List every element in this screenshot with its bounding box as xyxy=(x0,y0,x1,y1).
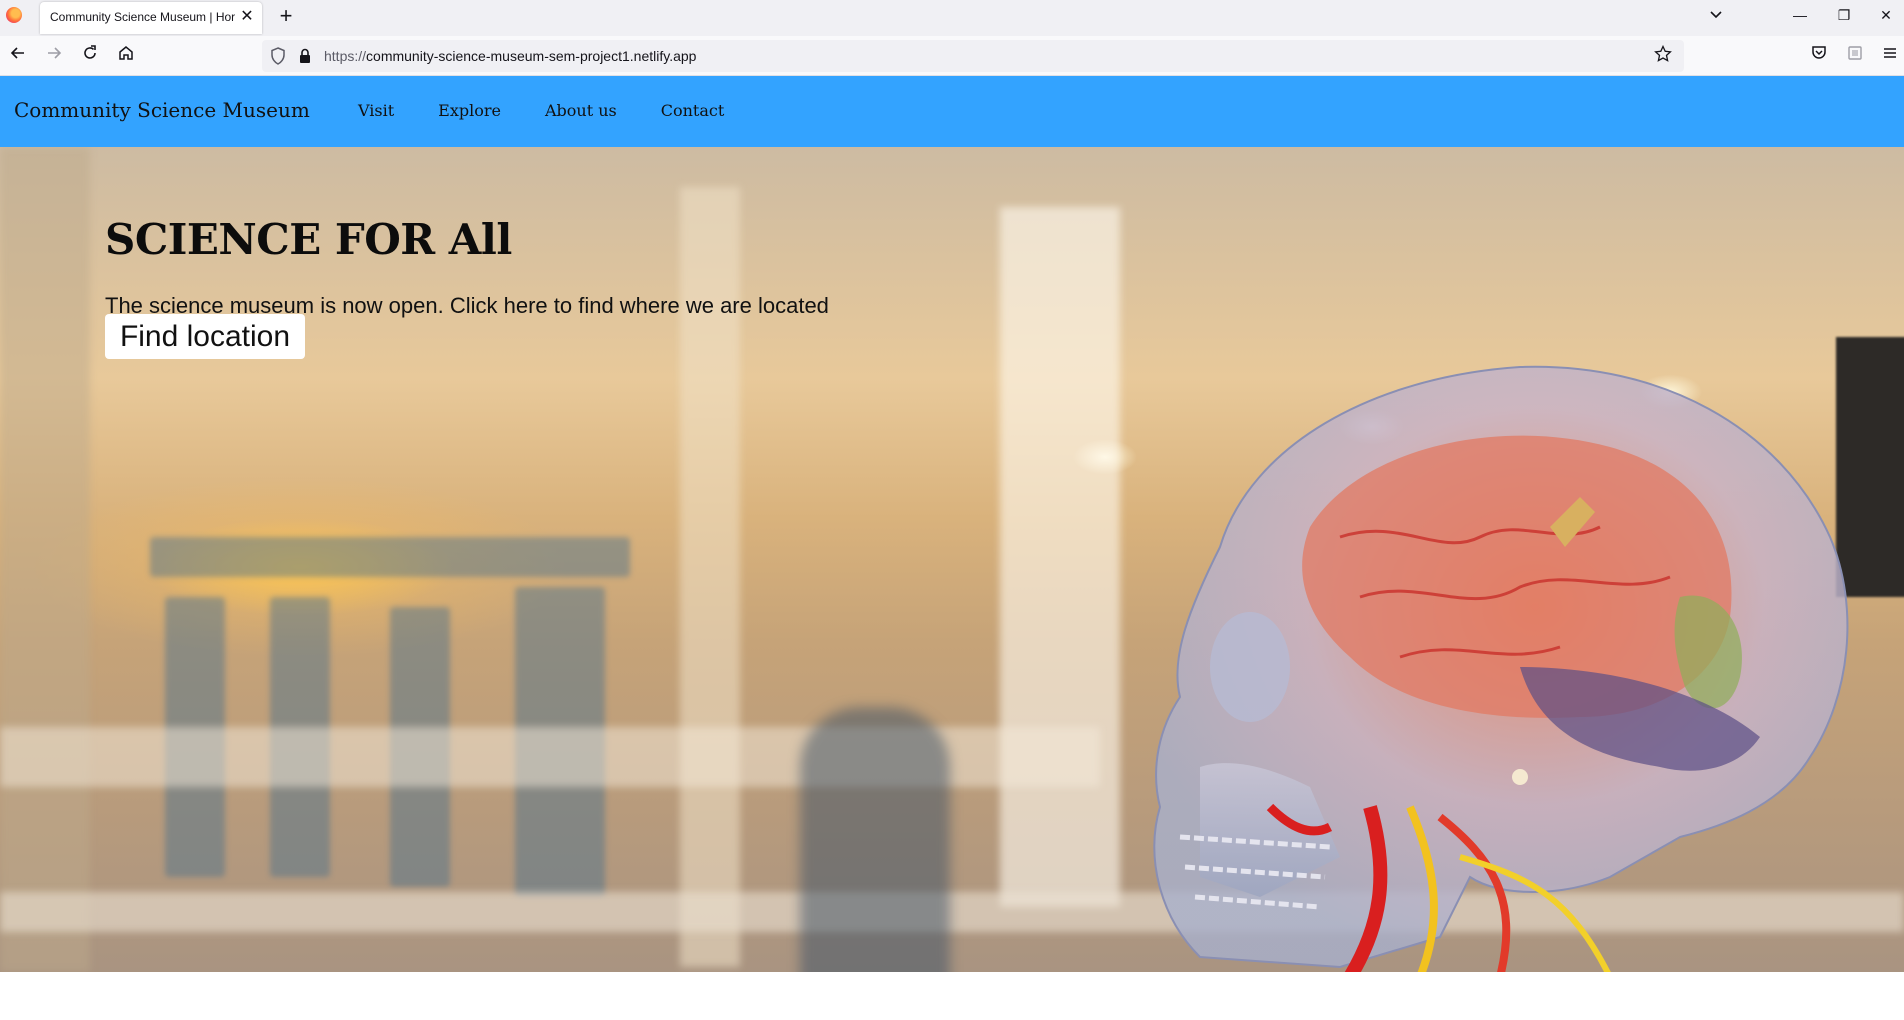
browser-tab-active[interactable]: Community Science Museum | Hor ✕ xyxy=(40,2,262,34)
nav-contact[interactable]: Contact xyxy=(661,101,725,120)
url-bar[interactable]: https://community-science-museum-sem-pro… xyxy=(262,40,1684,72)
main-nav: Visit Explore About us Contact xyxy=(358,101,768,120)
menu-icon[interactable] xyxy=(1878,44,1902,68)
site-header: Community Science Museum Visit Explore A… xyxy=(0,76,1904,147)
browser-tab-bar: Community Science Museum | Hor ✕ + — ❐ ✕ xyxy=(0,0,1904,36)
nav-about-us[interactable]: About us xyxy=(545,101,617,120)
browser-toolbar: https://community-science-museum-sem-pro… xyxy=(0,36,1904,76)
extensions-icon[interactable] xyxy=(1843,44,1867,68)
forward-icon[interactable] xyxy=(42,44,66,68)
close-window-button[interactable]: ✕ xyxy=(1868,2,1904,28)
back-icon[interactable] xyxy=(6,44,30,68)
url-host: community-science-museum-sem-project1.ne… xyxy=(366,48,697,64)
url-protocol: https:// xyxy=(324,48,367,64)
skull-model-image xyxy=(1153,365,1849,972)
url-text[interactable]: https://community-science-museum-sem-pro… xyxy=(324,48,696,64)
tab-close-icon[interactable]: ✕ xyxy=(238,8,256,26)
reload-icon[interactable] xyxy=(78,44,102,68)
nav-explore[interactable]: Explore xyxy=(438,101,501,120)
pocket-icon[interactable] xyxy=(1807,44,1831,68)
nav-visit[interactable]: Visit xyxy=(358,101,394,120)
tab-title: Community Science Museum | Hor xyxy=(50,10,236,24)
tracking-protection-icon[interactable] xyxy=(270,47,286,65)
firefox-logo-icon xyxy=(6,7,22,23)
new-tab-button[interactable]: + xyxy=(274,4,298,28)
restore-button[interactable]: ❐ xyxy=(1826,2,1862,28)
list-all-tabs-icon[interactable] xyxy=(1704,4,1728,28)
hero-section: SCIENCE FOR All The science museum is no… xyxy=(0,147,1904,972)
minimize-button[interactable]: — xyxy=(1782,2,1818,28)
find-location-button[interactable]: Find location xyxy=(105,314,305,359)
home-icon[interactable] xyxy=(114,44,138,68)
site-brand[interactable]: Community Science Museum xyxy=(14,98,310,122)
hero-title: SCIENCE FOR All xyxy=(105,215,512,265)
bookmark-star-icon[interactable] xyxy=(1652,44,1674,67)
lock-icon[interactable] xyxy=(298,48,312,64)
